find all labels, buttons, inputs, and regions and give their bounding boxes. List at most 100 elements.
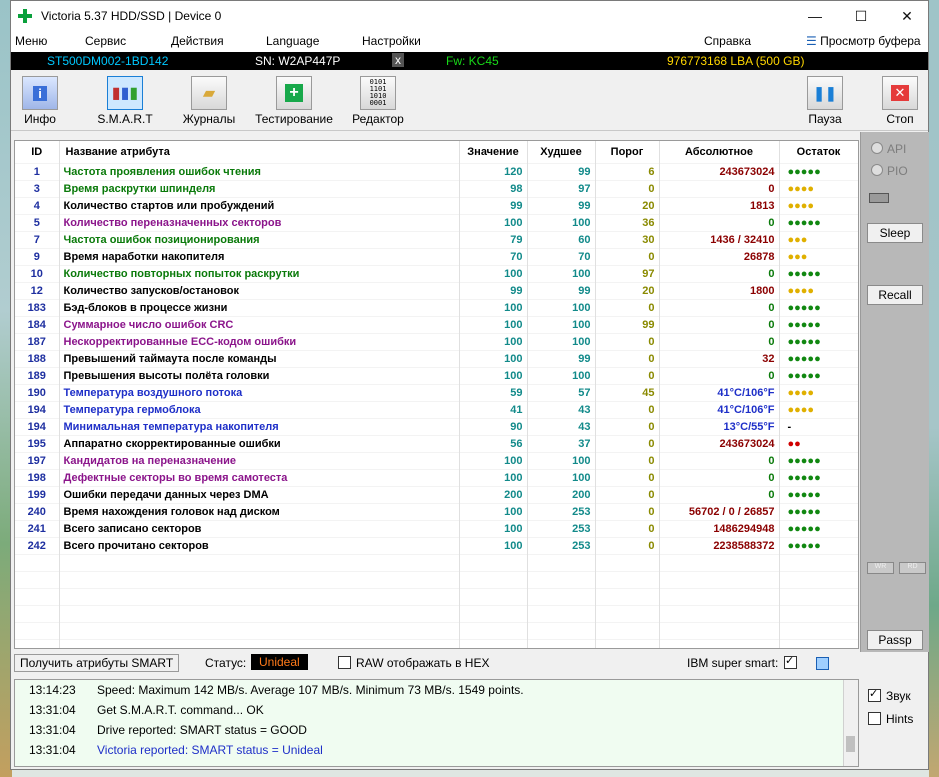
table-row[interactable]: 189 Превышения высоты полёта головки 100 10… [15, 367, 858, 385]
status-value: Unideal [251, 654, 308, 670]
log-scrollbar[interactable] [843, 680, 858, 766]
recall-button[interactable]: Recall [867, 285, 923, 305]
cell-worst: 97 [527, 180, 596, 198]
cell-threshold: 0 [595, 486, 660, 504]
table-row[interactable]: 5 Количество переназначенных секторов 100 1… [15, 214, 858, 232]
cell-health: ●●●● [779, 282, 858, 300]
table-row[interactable]: 190 Температура воздушного потока 59 57 45 41… [15, 384, 858, 402]
menu-item-menu[interactable]: Меню [15, 34, 47, 48]
cell-id: 187 [15, 333, 60, 351]
minimize-button[interactable]: — [792, 1, 838, 32]
column-raw[interactable]: Абсолютное [659, 141, 780, 164]
table-row[interactable]: 241 Всего записано секторов 100 253 0 1486294… [15, 520, 858, 538]
table-row[interactable]: 183 Бэд-блоков в процессе жизни 100 100 0 0 ●●… [15, 299, 858, 317]
table-row[interactable]: 184 Суммарное число ошибок CRC 100 100 99 0 ●●… [15, 316, 858, 334]
cell-name: Время раскрутки шпинделя [59, 180, 460, 198]
column-health[interactable]: Остаток [779, 141, 858, 164]
api-radio[interactable]: API [871, 142, 906, 156]
column-id[interactable]: ID [15, 141, 60, 164]
cell-threshold: 30 [595, 231, 660, 249]
cell-id: 194 [15, 401, 60, 419]
cell-raw: 0 [659, 316, 780, 334]
drive-info-bar: ST500DM002-1BD142 SN: W2AP447P x Fw: KC4… [11, 52, 928, 70]
get-smart-button[interactable]: Получить атрибуты SMART [14, 654, 180, 672]
table-row[interactable]: 188 Превышений таймаута после команды 100 9… [15, 350, 858, 368]
cell-value: 100 [459, 367, 528, 385]
menu-item-language[interactable]: Language [266, 34, 319, 48]
raw-hex-checkbox[interactable]: RAW отображать в HEX [338, 656, 489, 670]
cell-value: 41 [459, 401, 528, 419]
cell-health: ●●●●● [779, 163, 858, 181]
cell-id: 199 [15, 486, 60, 504]
sleep-button[interactable]: Sleep [867, 223, 923, 243]
cell-worst: 100 [527, 316, 596, 334]
table-row[interactable]: 12 Количество запусков/остановок 99 99 20 180… [15, 282, 858, 300]
table-row[interactable]: 7 Частота ошибок позиционирования 79 60 30 14… [15, 231, 858, 249]
table-row[interactable]: 194 Температура гермоблока 41 43 0 41°C/106°F… [15, 401, 858, 419]
table-row[interactable]: 195 Аппаратно скорректированные ошибки 56 3… [15, 435, 858, 453]
close-drive-button[interactable]: x [392, 53, 404, 67]
cell-health: ●●●●● [779, 333, 858, 351]
table-row[interactable]: 4 Количество стартов или пробуждений 99 99 2… [15, 197, 858, 215]
table-row[interactable]: 197 Кандидатов на переназначение 100 100 0 0 ●… [15, 452, 858, 470]
cell-value: 99 [459, 282, 528, 300]
cell-health: ●●● [779, 248, 858, 266]
table-row[interactable]: 240 Время нахождения головок над диском 10… [15, 503, 858, 521]
close-button[interactable]: ✕ [884, 1, 930, 32]
column-threshold[interactable]: Порог [595, 141, 660, 164]
table-row[interactable]: 3 Время раскрутки шпинделя 98 97 0 0 ●●●● [15, 180, 858, 198]
cell-health: ●●●●● [779, 503, 858, 521]
folder-icon: ▰ [191, 76, 227, 110]
cell-worst: 99 [527, 350, 596, 368]
column-name[interactable]: Название атрибута [59, 141, 460, 164]
table-row[interactable]: 199 Ошибки передачи данных через DMA 200 20… [15, 486, 858, 504]
pause-icon: ❚❚ [807, 76, 843, 110]
ibm-super-smart-checkbox[interactable] [784, 654, 797, 669]
drive-model[interactable]: ST500DM002-1BD142 [47, 54, 168, 68]
log-panel[interactable]: 13:14:23 Speed: Maximum 142 MB/s. Average… [14, 679, 859, 767]
stop-button[interactable]: ✕ Стоп [875, 76, 925, 126]
table-row[interactable]: 198 Дефектные секторы во время самотеста 1… [15, 469, 858, 487]
table-row[interactable]: 1 Частота проявления ошибок чтения 120 99 6 2… [15, 163, 858, 181]
menu-item-actions[interactable]: Действия [171, 34, 224, 48]
smart-button[interactable]: ▮ ▮ ▮ S.M.A.R.T [95, 76, 155, 126]
smart-attributes-table[interactable]: ID Название атрибута Значение Худшее Пор… [14, 140, 859, 649]
menu-item-help[interactable]: Справка [704, 34, 751, 48]
table-row[interactable]: 187 Нескорректированные ECC-кодом ошибки 1… [15, 333, 858, 351]
info-button[interactable]: i Инфо [15, 76, 65, 126]
empty-row [15, 588, 858, 606]
log-scroll-thumb[interactable] [846, 736, 855, 752]
hints-checkbox[interactable]: Hints [868, 712, 913, 726]
cell-id: 240 [15, 503, 60, 521]
buffer-view-button[interactable]: ☰ Просмотр буфера [806, 34, 921, 48]
table-row[interactable]: 10 Количество повторных попыток раскрутки… [15, 265, 858, 283]
column-worst[interactable]: Худшее [527, 141, 596, 164]
cell-health: ●●●● [779, 384, 858, 402]
cell-health: ●●● [779, 231, 858, 249]
table-row[interactable]: 194 Минимальная температура накопителя 90 4… [15, 418, 858, 436]
pio-radio[interactable]: PIO [871, 164, 908, 178]
cell-worst: 57 [527, 384, 596, 402]
cell-raw: 0 [659, 214, 780, 232]
cell-worst: 200 [527, 486, 596, 504]
maximize-button[interactable]: ☐ [838, 1, 884, 32]
table-row[interactable]: 242 Всего прочитано секторов 100 253 0 223858… [15, 537, 858, 555]
cell-id: 3 [15, 180, 60, 198]
cell-id: 194 [15, 418, 60, 436]
menu-item-settings[interactable]: Настройки [362, 34, 421, 48]
cell-id: 195 [15, 435, 60, 453]
ibm-color-indicator [816, 657, 829, 670]
logs-button[interactable]: ▰ Журналы [178, 76, 240, 126]
menu-item-service[interactable]: Сервис [85, 34, 126, 48]
cell-name: Кандидатов на переназначение [59, 452, 460, 470]
log-entry: 13:31:04 Get S.M.A.R.T. command... OK [15, 700, 858, 720]
pause-button[interactable]: ❚❚ Пауза [800, 76, 850, 126]
table-row[interactable]: 9 Время наработки накопителя 70 70 0 26878 ●●● [15, 248, 858, 266]
testing-button[interactable]: + Тестирование [254, 76, 334, 126]
info-icon: i [22, 76, 58, 110]
column-value[interactable]: Значение [459, 141, 528, 164]
sound-checkbox[interactable]: Звук [868, 687, 911, 703]
cell-worst: 100 [527, 367, 596, 385]
editor-button[interactable]: 0101 1101 1010 0001 Редактор [351, 76, 405, 126]
passport-button[interactable]: Passp [867, 630, 923, 650]
